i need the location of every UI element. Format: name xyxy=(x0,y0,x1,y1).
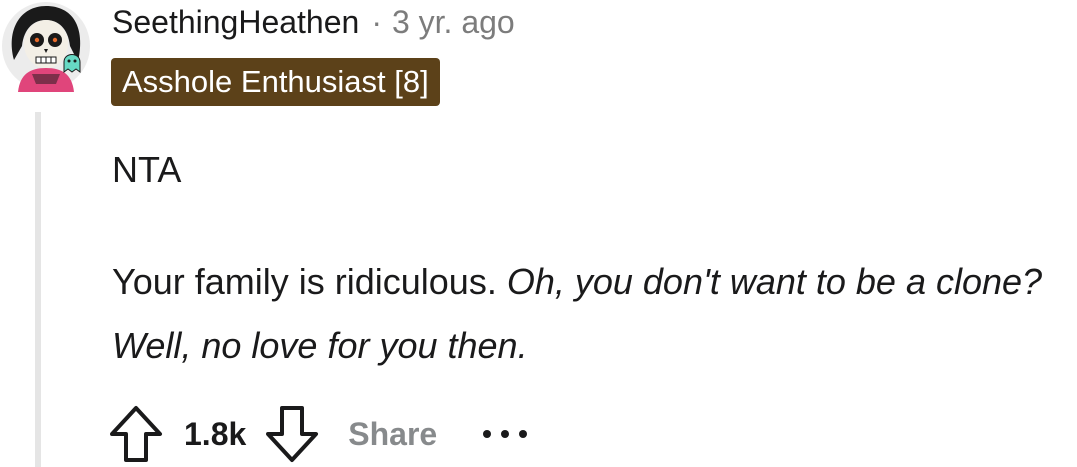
separator-dot: · xyxy=(371,3,382,40)
comment-body: NTA Your family is ridiculous. Oh, you d… xyxy=(112,138,1067,378)
share-button[interactable]: Share xyxy=(348,416,437,453)
thread-line[interactable] xyxy=(35,112,41,467)
comment-text-plain: Your family is ridiculous. xyxy=(112,261,507,302)
comment-text-paragraph: Your family is ridiculous. Oh, you don't… xyxy=(112,250,1067,378)
comment-text-verdict: NTA xyxy=(112,149,182,190)
downvote-arrow-icon[interactable] xyxy=(262,404,322,464)
comment-actions: 1.8k Share xyxy=(106,402,531,466)
comment: SeethingHeathen · 3 yr. ago Asshole Enth… xyxy=(0,0,1077,467)
more-options-icon[interactable] xyxy=(479,404,531,464)
user-flair: Asshole Enthusiast [8] xyxy=(111,58,440,106)
author-name[interactable]: SeethingHeathen xyxy=(112,4,359,41)
avatar[interactable] xyxy=(0,0,92,92)
vote-score: 1.8k xyxy=(184,415,247,452)
upvote-arrow-icon[interactable] xyxy=(106,404,166,464)
timestamp[interactable]: 3 yr. ago xyxy=(392,4,515,41)
comment-header: SeethingHeathen · 3 yr. ago xyxy=(112,0,515,44)
